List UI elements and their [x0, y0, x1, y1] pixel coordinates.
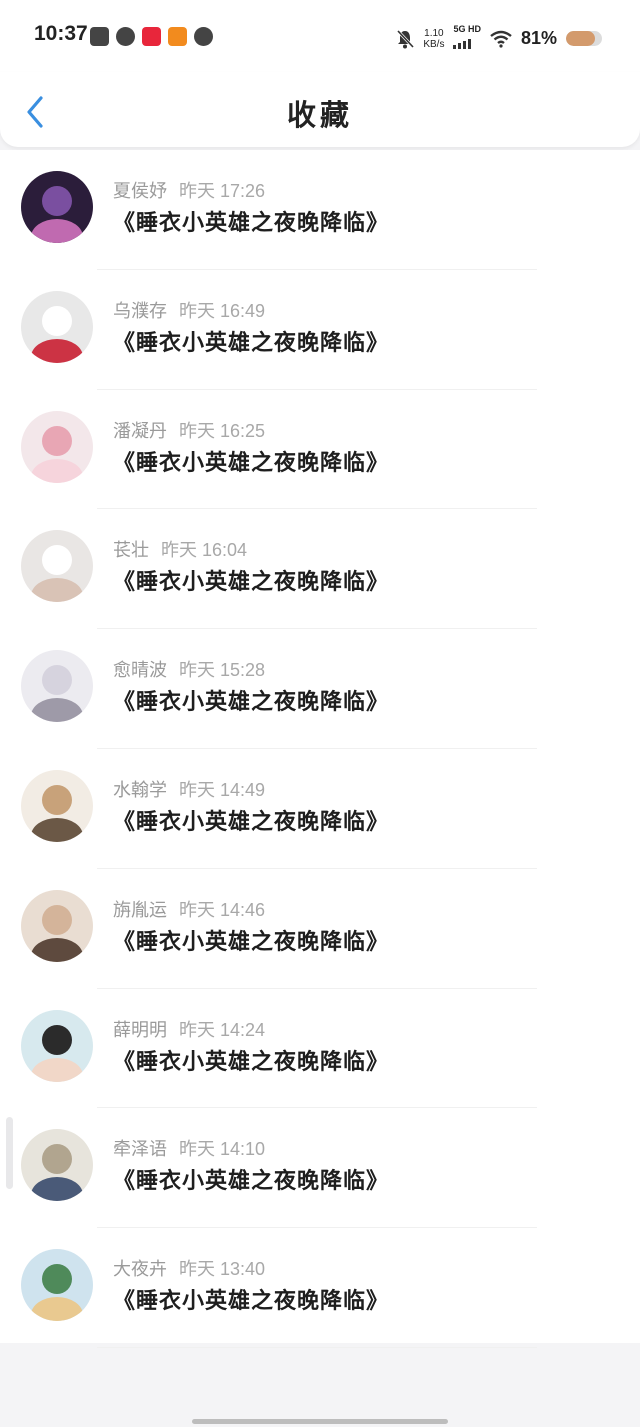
favorite-author: 大夜卉 昨天 13:40: [113, 1255, 265, 1281]
page-title: 收藏: [286, 98, 353, 132]
favorite-item[interactable]: 乌濮存 昨天 16:49 《睡衣小英雄之夜晚降临》: [0, 270, 640, 390]
xiaohongshu-icon: [142, 27, 161, 46]
favorite-title[interactable]: 《睡衣小英雄之夜晚降临》: [113, 205, 389, 237]
favorite-item[interactable]: 潘凝丹 昨天 16:25 《睡衣小英雄之夜晚降临》: [0, 390, 640, 510]
favorite-item[interactable]: 夏侯妤 昨天 17:26 《睡衣小英雄之夜晚降临》: [0, 150, 640, 270]
avatar-image: [21, 1249, 93, 1322]
signal-label: 5G HD: [453, 24, 481, 34]
favorite-author: 苌壮 昨天 16:04: [113, 536, 247, 562]
home-indicator[interactable]: [192, 1419, 448, 1424]
scroll-indicator[interactable]: [6, 1117, 13, 1189]
avatar[interactable]: [21, 171, 93, 243]
status-time: 10:37: [34, 22, 88, 45]
favorite-author: 薛明明 昨天 14:24: [113, 1016, 265, 1042]
author-name: 潘凝丹: [113, 420, 167, 442]
avatar-image: [21, 410, 93, 483]
favorite-author: 愈晴波 昨天 15:28: [113, 656, 265, 682]
favorite-title[interactable]: 《睡衣小英雄之夜晚降临》: [113, 684, 389, 716]
author-name: 夏侯妤: [113, 181, 167, 202]
favorite-title[interactable]: 《睡衣小英雄之夜晚降临》: [113, 564, 389, 596]
favorite-author: 夏侯妤 昨天 17:26: [113, 177, 265, 203]
network-speed: 1.10 KB/s: [423, 28, 444, 50]
battery-percent: 81%: [520, 28, 557, 48]
avatar[interactable]: [21, 410, 93, 483]
favorite-title[interactable]: 《睡衣小英雄之夜晚降临》: [113, 1163, 389, 1195]
favorite-time: 昨天 17:26: [179, 181, 266, 201]
avatar-image: [21, 889, 93, 962]
favorite-time: 昨天 14:24: [179, 1019, 266, 1040]
chat-bubble-icon: [194, 27, 213, 46]
avatar[interactable]: [21, 1129, 93, 1202]
favorite-time: 昨天 15:28: [179, 660, 266, 681]
favorite-item[interactable]: 大夜卉 昨天 13:40 《睡衣小英雄之夜晚降临》: [0, 1228, 640, 1348]
status-indicators: 1.10 KB/s 5G HD 81%: [396, 24, 602, 53]
taobao-icon: [168, 27, 187, 46]
avatar-image: [21, 650, 93, 723]
author-name: 乌濮存: [113, 300, 167, 322]
avatar-image: [21, 769, 93, 842]
notification-icons: [90, 27, 213, 46]
wifi-icon: [490, 30, 512, 48]
avatar[interactable]: [21, 650, 93, 723]
divider: [97, 1346, 537, 1348]
network-speed-value: 1.10: [424, 27, 444, 39]
status-bar: 10:37 1.10 KB/s 5G HD 81%: [0, 0, 640, 72]
favorite-item[interactable]: 水翰学 昨天 14:49 《睡衣小英雄之夜晚降临》: [0, 749, 640, 869]
author-name: 薛明明: [113, 1019, 167, 1041]
favorite-author: 水翰学 昨天 14:49: [113, 776, 265, 802]
favorite-item[interactable]: 牵泽语 昨天 14:10 《睡衣小英雄之夜晚降临》: [0, 1108, 640, 1229]
favorite-item[interactable]: 愈晴波 昨天 15:28 《睡衣小英雄之夜晚降临》: [0, 629, 640, 749]
author-name: 大夜卉: [113, 1259, 167, 1281]
favorite-author: 旃胤运 昨天 14:46: [113, 896, 265, 922]
favorite-item[interactable]: 苌壮 昨天 16:04 《睡衣小英雄之夜晚降临》: [0, 509, 640, 630]
favorite-title[interactable]: 《睡衣小英雄之夜晚降临》: [113, 804, 389, 836]
mute-bell-icon: [397, 29, 415, 48]
signal-indicator: 5G HD: [453, 24, 481, 53]
avatar[interactable]: [21, 1009, 93, 1082]
favorite-time: 昨天 16:04: [161, 540, 248, 561]
avatar[interactable]: [21, 889, 93, 962]
favorite-title[interactable]: 《睡衣小英雄之夜晚降临》: [113, 1283, 389, 1315]
author-name: 愈晴波: [113, 660, 167, 682]
avatar[interactable]: [21, 290, 93, 363]
author-name: 旃胤运: [113, 899, 167, 921]
navigation-bar: 收藏: [0, 72, 640, 147]
avatar-image: [21, 290, 93, 363]
avatar-image: [21, 1009, 93, 1082]
author-name: 牵泽语: [113, 1139, 167, 1161]
author-name: 苌壮: [113, 540, 149, 562]
favorite-title[interactable]: 《睡衣小英雄之夜晚降临》: [113, 445, 389, 477]
favorite-author: 乌濮存 昨天 16:49: [113, 297, 265, 323]
favorite-author: 牵泽语 昨天 14:10: [113, 1135, 265, 1161]
author-name: 水翰学: [113, 779, 167, 801]
favorite-time: 昨天 14:46: [179, 899, 266, 920]
favorite-title[interactable]: 《睡衣小英雄之夜晚降临》: [113, 1044, 389, 1076]
favorite-item[interactable]: 旃胤运 昨天 14:46 《睡衣小英雄之夜晚降临》: [0, 869, 640, 989]
avatar[interactable]: [21, 769, 93, 842]
favorite-title[interactable]: 《睡衣小英雄之夜晚降临》: [113, 924, 389, 956]
avatar[interactable]: [21, 1249, 93, 1322]
avatar-image: [21, 1129, 93, 1202]
battery-level-fill: [566, 31, 596, 46]
favorite-time: 昨天 14:49: [179, 779, 266, 800]
mail-icon: [90, 27, 109, 46]
avatar-image: [21, 171, 93, 243]
favorite-time: 昨天 16:49: [179, 300, 266, 321]
favorite-time: 昨天 13:40: [179, 1259, 266, 1280]
favorite-time: 昨天 16:25: [179, 420, 266, 441]
battery-icon: [566, 31, 602, 46]
favorites-list: 夏侯妤 昨天 17:26 《睡衣小英雄之夜晚降临》 乌濮存 昨天 16:49 《睡衣小英雄…: [0, 150, 640, 1348]
favorite-author: 潘凝丹 昨天 16:25: [113, 417, 265, 443]
favorite-time: 昨天 14:10: [179, 1139, 266, 1160]
signal-bars-icon: [453, 39, 472, 49]
avatar[interactable]: [21, 530, 93, 603]
avatar-image: [21, 530, 93, 603]
link-icon: [116, 27, 135, 46]
network-speed-unit: KB/s: [423, 38, 445, 50]
favorite-item[interactable]: 薛明明 昨天 14:24 《睡衣小英雄之夜晚降临》: [0, 989, 640, 1109]
favorite-title[interactable]: 《睡衣小英雄之夜晚降临》: [113, 325, 389, 357]
